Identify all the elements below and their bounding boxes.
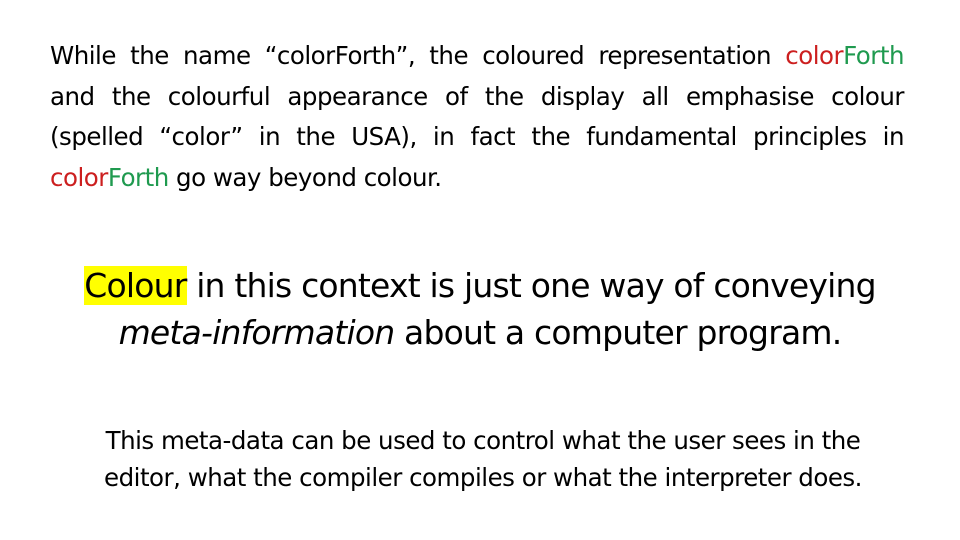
metadata-line-1: This meta-data can be used to control wh… [105,426,861,455]
colorforth-color-part: color [50,162,108,192]
highlighted-colour-word: Colour [84,266,187,305]
metadata-paragraph: This meta-data can be used to control wh… [0,422,960,496]
colorforth-forth-part: Forth [843,41,904,70]
key-text-2: about a computer program. [394,313,842,352]
intro-text-1: While the name “colorForth”, the coloure… [50,41,786,70]
italic-meta-information: meta-information [118,313,396,352]
key-statement: Colour in this context is just one way o… [0,262,960,356]
colorforth-forth-part: Forth [107,162,169,192]
colorforth-color-part: color [785,41,844,70]
key-text-1: in this context is just one way of conve… [186,266,876,305]
metadata-line-2: editor, what the compiler compiles or wh… [104,463,862,492]
intro-paragraph: While the name “colorForth”, the coloure… [50,36,905,198]
intro-text-2: and the colourful appearance of the disp… [50,81,905,152]
intro-text-3: go way beyond colour. [168,162,442,192]
